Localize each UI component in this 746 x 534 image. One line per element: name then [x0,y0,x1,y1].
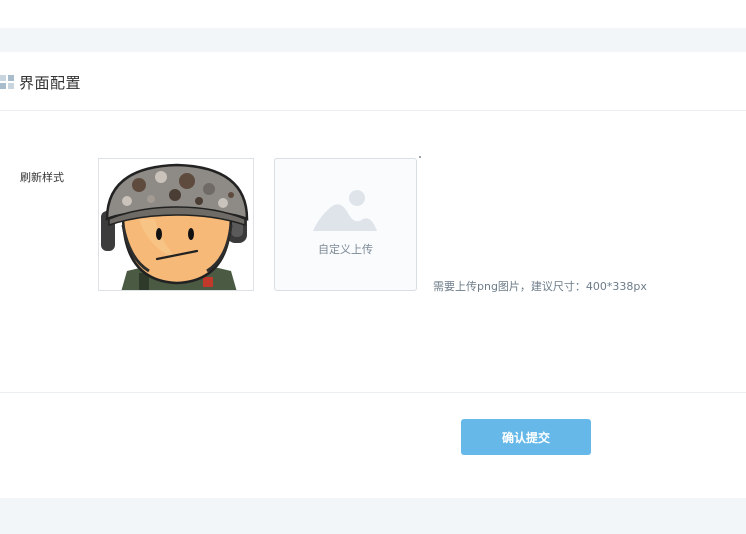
custom-upload-button[interactable]: 自定义上传 [274,158,417,291]
bottom-band [0,498,746,534]
custom-upload-label: 自定义上传 [318,243,373,256]
footer-divider [0,392,746,393]
picture-icon [313,190,377,231]
divider-dot [419,156,421,158]
confirm-submit-button[interactable]: 确认提交 [461,419,591,455]
upload-hint: 需要上传png图片，建议尺寸：400*338px [433,280,647,293]
soldier-avatar-image [101,163,249,290]
grid-icon [0,75,14,89]
panel-title: 界面配置 [19,74,82,92]
top-band [0,28,746,52]
refresh-style-preview[interactable] [98,158,254,291]
top-area [0,0,746,28]
interface-config-panel: 界面配置 刷新样式 自定义上传 需要上传png图片，建议尺寸：400*338px… [0,52,746,498]
refresh-style-label: 刷新样式 [20,171,64,184]
panel-header: 界面配置 [0,52,746,111]
